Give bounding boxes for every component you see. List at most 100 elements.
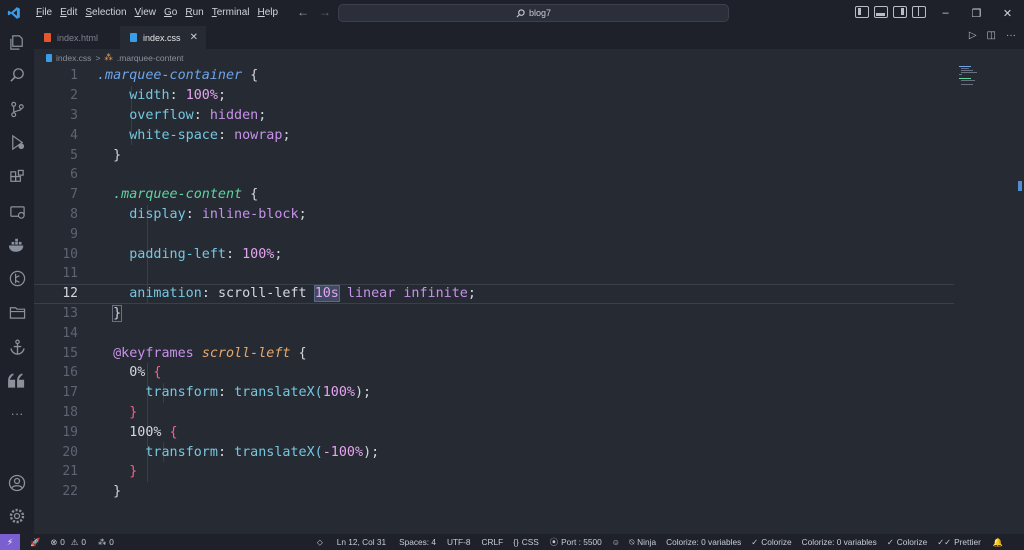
breadcrumb: index.css > ⁂ .marquee-content — [34, 49, 184, 66]
quote-icon[interactable] — [7, 370, 27, 390]
pin-icon[interactable]: ⬦ — [317, 537, 323, 548]
docker-icon[interactable] — [7, 235, 27, 255]
more-actions-icon[interactable]: ··· — [1006, 30, 1016, 41]
remote-explorer-icon[interactable] — [7, 202, 27, 222]
code-line: 5 } — [70, 147, 122, 163]
layout-controls — [855, 6, 926, 18]
colorize-variables-2[interactable]: Colorize: 0 variables — [802, 537, 877, 547]
breadcrumb-symbol[interactable]: .marquee-content — [117, 53, 184, 63]
encoding[interactable]: UTF-8 — [447, 537, 471, 547]
menu-run[interactable]: Run — [181, 0, 207, 26]
error-icon: ⊗ — [50, 537, 58, 547]
live-server-port[interactable]: ⦿ Port : 5500 — [550, 536, 602, 548]
code-line: 21 } — [62, 464, 138, 480]
tab-index-css[interactable]: index.css ✕ — [120, 26, 206, 49]
tab-index-html[interactable]: index.html — [34, 26, 120, 49]
search-sidebar-icon[interactable] — [7, 65, 27, 85]
editor-actions: ▷ ◫ ··· — [969, 30, 1016, 41]
split-editor-icon[interactable]: ◫ — [987, 30, 996, 41]
forward-arrow-icon[interactable]: → — [319, 5, 331, 19]
extensions-icon[interactable] — [7, 167, 27, 187]
menu-go[interactable]: Go — [160, 0, 181, 26]
code-line: 14 — [62, 325, 78, 341]
indentation[interactable]: Spaces: 4 — [399, 537, 436, 547]
toggle-secondary-sidebar-icon[interactable] — [893, 6, 907, 18]
double-check-icon: ✓✓ — [937, 537, 952, 547]
feedback-icon: ☺ — [611, 537, 621, 547]
restore-button[interactable]: ❐ — [961, 0, 992, 26]
colorize-toggle-1[interactable]: ✓ Colorize — [751, 537, 791, 547]
ninja-indicator[interactable]: ☺ — [612, 537, 620, 547]
code-line: 8 display: inline-block; — [70, 206, 307, 222]
source-control-icon[interactable] — [7, 99, 27, 119]
menu-selection[interactable]: Selection — [81, 0, 130, 26]
remote-indicator-button[interactable]: ⚡ — [0, 534, 20, 550]
back-arrow-icon[interactable]: ← — [297, 5, 309, 19]
explorer-icon[interactable] — [7, 32, 27, 52]
command-center-search[interactable]: blog7 — [338, 4, 729, 22]
menu-terminal[interactable]: Terminal — [208, 0, 254, 26]
minimize-button[interactable]: – — [930, 0, 961, 26]
code-line: 15 @keyframes scroll-left { — [62, 345, 307, 361]
tab-label: index.html — [57, 32, 99, 43]
code-line: 3 overflow: hidden; — [70, 107, 267, 123]
code-line: 19 100% { — [62, 424, 178, 440]
customize-layout-icon[interactable] — [912, 6, 926, 18]
run-icon[interactable]: ▷ — [969, 30, 977, 41]
html-file-icon — [44, 33, 51, 42]
accounts-icon[interactable] — [7, 473, 27, 493]
colorize-variables-1[interactable]: Colorize: 0 variables — [666, 537, 741, 547]
project-manager-icon[interactable] — [7, 302, 27, 322]
menu-edit[interactable]: Edit — [56, 0, 81, 26]
warning-icon: ⚠ — [70, 537, 79, 547]
close-tab-icon[interactable]: ✕ — [190, 32, 198, 43]
code-line: 10 padding-left: 100%; — [62, 246, 283, 262]
problems-indicator[interactable]: ⊗ 0 ⚠ 0 — [50, 537, 86, 547]
menu-file[interactable]: File — [32, 0, 56, 26]
git-graph-icon[interactable] — [7, 268, 27, 288]
code-editor[interactable]: 1 .marquee-container { 2 width: 100%; 3 o… — [34, 66, 1024, 534]
code-line: 13 } — [62, 304, 123, 322]
code-line: 1 .marquee-container { — [70, 68, 259, 84]
more-icon[interactable]: ··· — [7, 403, 27, 423]
code-line: 6 — [70, 167, 78, 183]
toggle-primary-sidebar-icon[interactable] — [855, 6, 869, 18]
prettier-status[interactable]: ✓✓ Prettier — [937, 537, 981, 547]
run-debug-icon[interactable] — [7, 132, 27, 152]
menu-view[interactable]: View — [131, 0, 161, 26]
radio-tower-icon: ⁂ — [98, 537, 107, 547]
end-of-line[interactable]: CRLF — [482, 537, 504, 547]
search-text: blog7 — [528, 8, 552, 18]
toggle-panel-icon[interactable] — [874, 6, 888, 18]
ninja-status[interactable]: ⍉ Ninja — [629, 537, 656, 548]
css-file-icon — [130, 33, 137, 42]
scrollbar-thumb[interactable] — [1018, 181, 1022, 191]
language-mode[interactable]: {} CSS — [513, 537, 539, 547]
check-icon: ✓ — [751, 537, 759, 547]
minimap[interactable] — [957, 66, 987, 96]
anchor-icon[interactable] — [7, 337, 27, 357]
notifications-bell-icon[interactable]: 🔔 — [993, 537, 1003, 548]
tab-label: index.css — [143, 32, 181, 43]
title-bar: File Edit Selection View Go Run Terminal… — [0, 0, 1024, 26]
live-share-icon[interactable]: 🚀 — [30, 537, 40, 548]
code-line: 4 white-space: nowrap; — [70, 127, 291, 143]
close-window-button[interactable]: ✕ — [992, 0, 1023, 26]
code-line: 16 0% { — [62, 365, 162, 381]
vscode-logo-icon — [7, 7, 20, 19]
menu-bar: File Edit Selection View Go Run Terminal… — [32, 0, 282, 26]
bell-slash-icon: ⍉ — [629, 536, 635, 547]
cursor-position[interactable]: Ln 12, Col 31 — [337, 537, 386, 547]
code-line: 9 — [70, 226, 78, 242]
current-code-line: 12 animation: scroll-left 10s linear inf… — [34, 283, 954, 304]
menu-help[interactable]: Help — [254, 0, 283, 26]
colorize-toggle-2[interactable]: ✓ Colorize — [887, 537, 927, 547]
settings-gear-icon[interactable] — [7, 506, 27, 526]
status-bar: ⚡ 🚀 ⊗ 0 ⚠ 0 ⁂ 0 ⬦ Ln 12, Col 31 Spaces: 4 U… — [0, 534, 1024, 550]
breadcrumb-file[interactable]: index.css — [56, 53, 91, 63]
check-icon: ✓ — [886, 537, 894, 547]
ports-indicator[interactable]: ⁂ 0 — [98, 537, 114, 547]
code-line: 7 .marquee-content { — [70, 187, 259, 203]
broadcast-icon: ⦿ — [549, 537, 559, 547]
editor-tab-bar: index.html index.css ✕ ▷ ◫ ··· — [34, 26, 1024, 49]
